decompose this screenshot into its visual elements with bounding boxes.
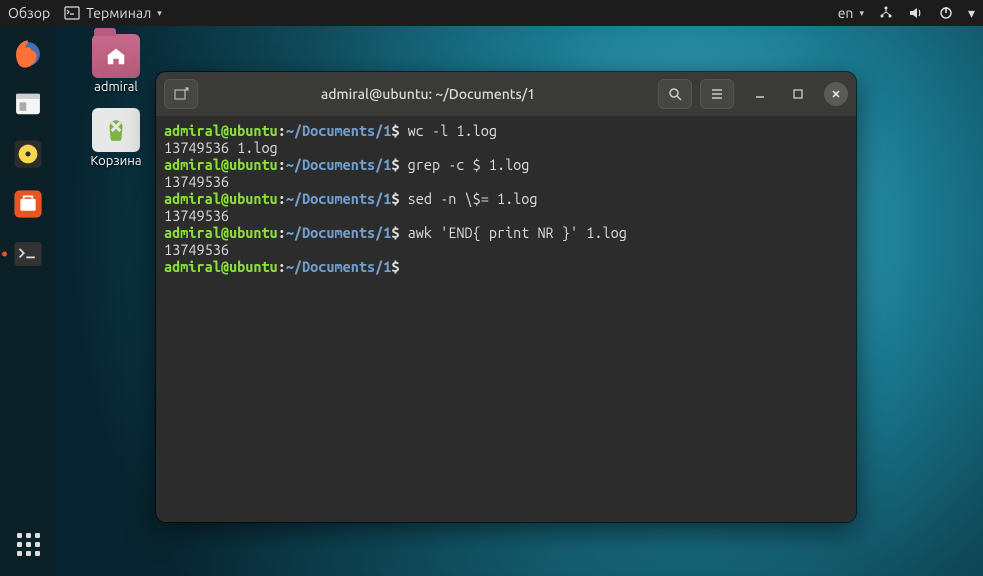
- folder-icon: [92, 34, 140, 78]
- terminal-window: admiral@ubuntu: ~/Documents/1 admiral@ub…: [156, 72, 856, 522]
- terminal-prompt-line: admiral@ubuntu:~/Documents/1$: [164, 258, 848, 275]
- new-tab-button[interactable]: [164, 79, 198, 109]
- keyboard-layout-label: en: [838, 5, 854, 21]
- terminal-output-line: 13749536 1.log: [164, 139, 848, 156]
- dock-app-terminal[interactable]: [8, 234, 48, 274]
- hamburger-menu-button[interactable]: [700, 79, 734, 109]
- dock-app-firefox[interactable]: [8, 34, 48, 74]
- chevron-down-icon: ▾: [157, 8, 162, 19]
- terminal-output-line: 13749536: [164, 207, 848, 224]
- power-icon[interactable]: [938, 5, 954, 21]
- app-menu-button[interactable]: Терминал ▾: [64, 5, 162, 21]
- minimize-button[interactable]: [748, 82, 772, 106]
- dock-app-rhythmbox[interactable]: [8, 134, 48, 174]
- top-panel: Обзор Терминал ▾ en ▾ ▾: [0, 0, 983, 26]
- search-button[interactable]: [658, 79, 692, 109]
- terminal-prompt-line: admiral@ubuntu:~/Documents/1$ awk 'END{ …: [164, 224, 848, 241]
- desktop-folder-label: admiral: [94, 80, 138, 94]
- terminal-titlebar[interactable]: admiral@ubuntu: ~/Documents/1: [156, 72, 856, 116]
- dock-app-software[interactable]: [8, 184, 48, 224]
- terminal-icon: [64, 5, 80, 21]
- activities-label: Обзор: [8, 5, 50, 21]
- desktop-trash[interactable]: Корзина: [80, 108, 152, 168]
- dock: [0, 26, 56, 576]
- terminal-output-line: 13749536: [164, 241, 848, 258]
- terminal-prompt-line: admiral@ubuntu:~/Documents/1$ wc -l 1.lo…: [164, 122, 848, 139]
- keyboard-layout-button[interactable]: en ▾: [838, 5, 864, 21]
- desktop-trash-label: Корзина: [90, 154, 141, 168]
- dock-app-files[interactable]: [8, 84, 48, 124]
- show-applications-button[interactable]: [8, 524, 48, 564]
- terminal-output[interactable]: admiral@ubuntu:~/Documents/1$ wc -l 1.lo…: [156, 116, 856, 522]
- volume-icon[interactable]: [908, 5, 924, 21]
- terminal-output-line: 13749536: [164, 173, 848, 190]
- network-icon[interactable]: [878, 5, 894, 21]
- terminal-prompt-line: admiral@ubuntu:~/Documents/1$ grep -c $ …: [164, 156, 848, 173]
- trash-icon: [92, 108, 140, 152]
- desktop-icons: admiral Корзина: [80, 34, 152, 168]
- terminal-title: admiral@ubuntu: ~/Documents/1: [206, 86, 650, 102]
- activities-button[interactable]: Обзор: [8, 5, 50, 21]
- chevron-down-icon: ▾: [859, 8, 864, 19]
- chevron-down-icon: ▾: [968, 5, 975, 22]
- maximize-button[interactable]: [786, 82, 810, 106]
- terminal-prompt-line: admiral@ubuntu:~/Documents/1$ sed -n \$=…: [164, 190, 848, 207]
- desktop-folder-admiral[interactable]: admiral: [80, 34, 152, 94]
- app-menu-label: Терминал: [86, 5, 151, 21]
- close-button[interactable]: [824, 82, 848, 106]
